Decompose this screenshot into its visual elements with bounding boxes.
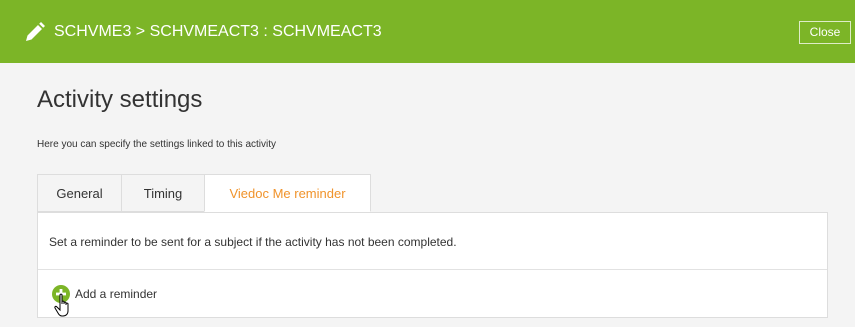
modal-title: SCHVME3 > SCHVMEACT3 : SCHVMEACT3 xyxy=(54,23,382,40)
divider xyxy=(38,269,827,270)
tab-timing[interactable]: Timing xyxy=(121,174,205,212)
close-button[interactable]: Close xyxy=(799,21,851,44)
modal-header: SCHVME3 > SCHVMEACT3 : SCHVMEACT3 Close xyxy=(0,0,855,63)
hand-cursor-icon xyxy=(54,293,69,317)
page-title: Activity settings xyxy=(37,86,203,113)
reminder-description: Set a reminder to be sent for a subject … xyxy=(49,235,457,249)
tab-general[interactable]: General xyxy=(37,174,122,212)
add-reminder-label: Add a reminder xyxy=(75,287,158,301)
page-subtitle: Here you can specify the settings linked… xyxy=(37,139,277,150)
tab-viedoc-me-reminder[interactable]: Viedoc Me reminder xyxy=(204,174,371,212)
tab-content-panel: Set a reminder to be sent for a subject … xyxy=(37,212,828,318)
pencil-icon xyxy=(26,22,45,41)
